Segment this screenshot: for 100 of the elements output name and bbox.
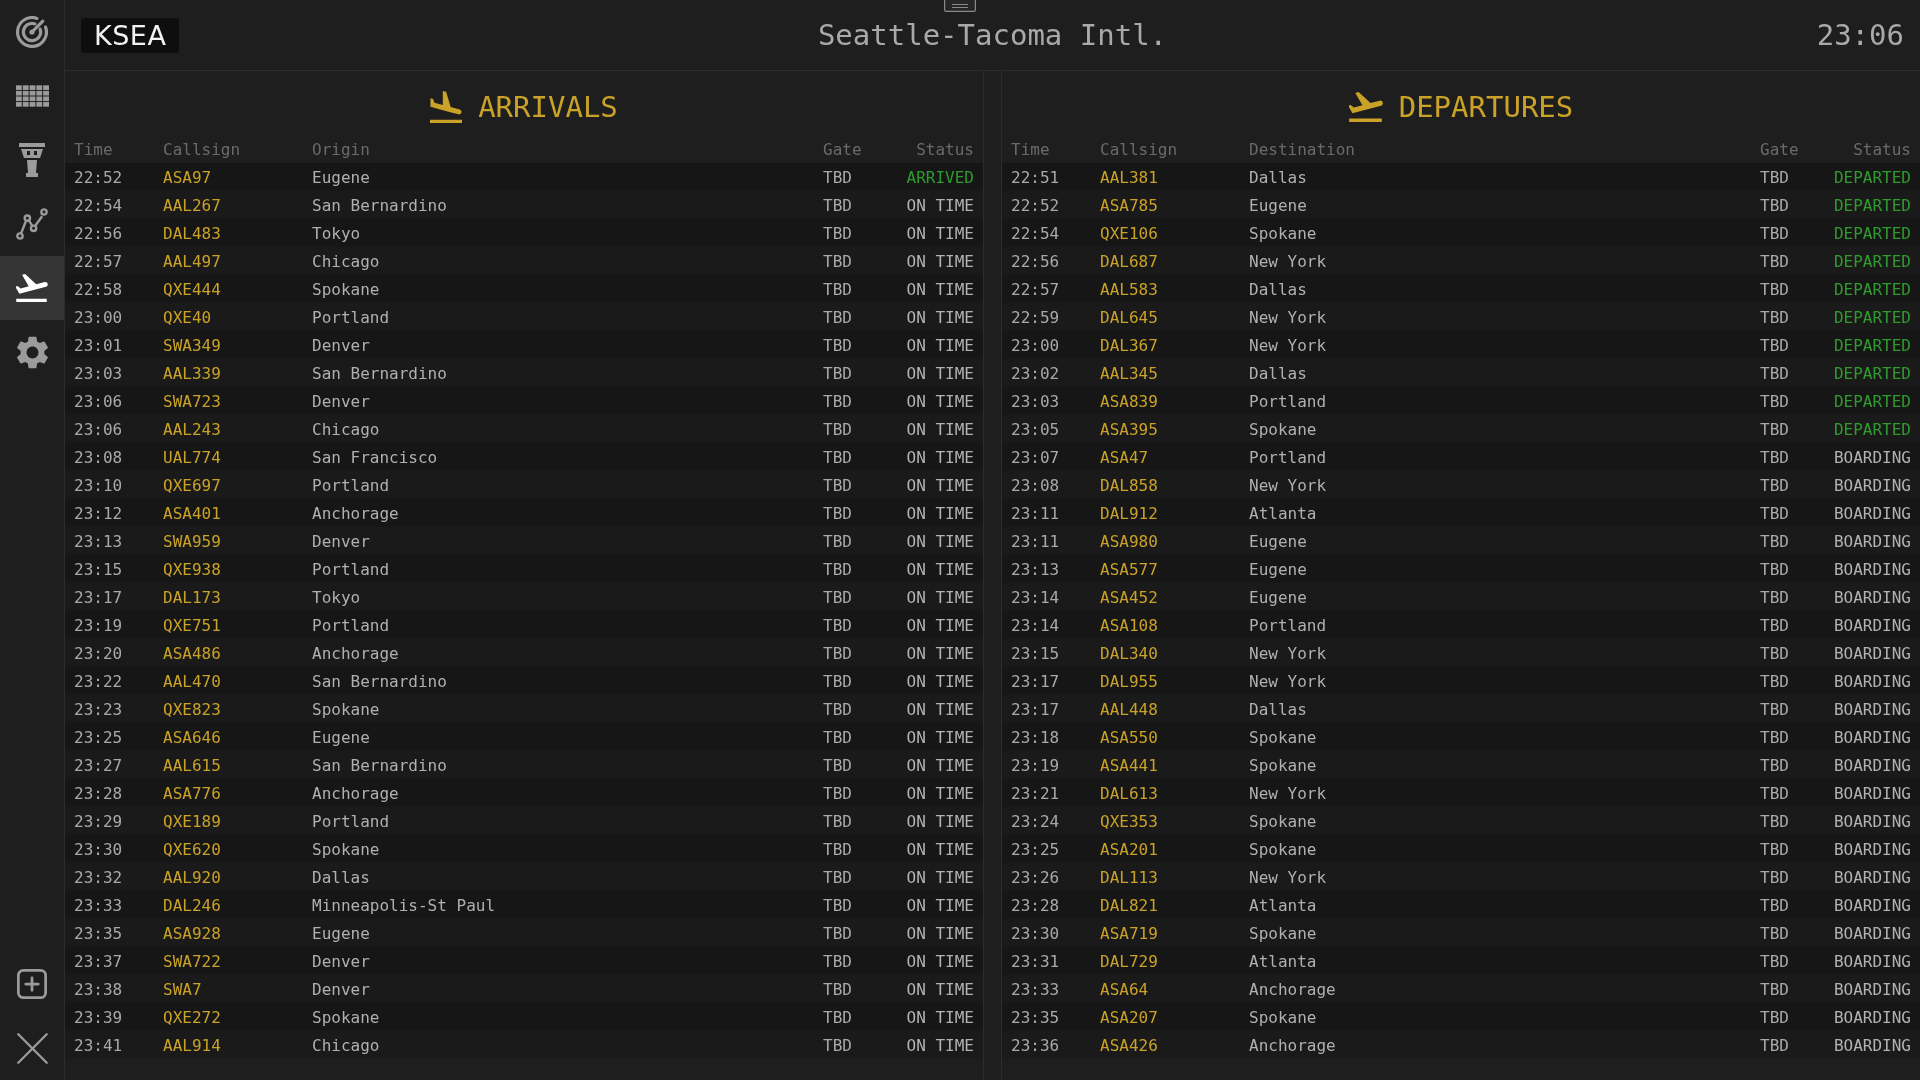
callsign-cell: DAL340 [1100,643,1158,663]
control-tower-icon [19,143,45,177]
city-cell: Atlanta [1249,503,1317,523]
city-cell: Chicago [312,1035,380,1055]
status-cell: BOARDING [1833,615,1911,635]
time-cell: 23:37 [74,951,123,971]
callsign-cell: DAL955 [1100,671,1158,691]
city-cell: Spokane [1249,839,1317,859]
gate-cell: TBD [823,699,852,719]
city-cell: Eugene [1249,531,1307,551]
time-cell: 23:15 [74,559,123,579]
time-cell: 23:23 [74,699,123,719]
callsign-cell: ASA785 [1100,195,1158,215]
gate-cell: TBD [1760,923,1789,943]
gate-cell: TBD [823,587,852,607]
gate-cell: TBD [1760,671,1789,691]
handle-icon[interactable] [944,0,976,12]
status-cell: BOARDING [1833,783,1911,803]
airport-name: Seattle-Tacoma Intl. [817,18,1168,52]
city-cell: Denver [312,391,370,411]
gate-cell: TBD [1760,587,1789,607]
time-cell: 23:26 [1011,867,1060,887]
city-cell: Chicago [312,419,380,439]
callsign-cell: DAL687 [1100,251,1158,271]
callsign-cell: AAL345 [1100,363,1158,383]
city-cell: San Bernardino [312,363,447,383]
plane-takeoff-icon [16,274,48,302]
gate-cell: TBD [823,363,852,383]
status-cell: ARRIVED [906,167,974,187]
callsign-cell: DAL483 [163,223,221,243]
status-cell: ON TIME [906,391,974,411]
status-cell: ON TIME [906,951,974,971]
status-cell: BOARDING [1833,923,1911,943]
city-cell: Portland [1249,615,1327,635]
callsign-cell: SWA722 [163,951,221,971]
time-cell: 23:19 [74,615,123,635]
city-cell: New York [1249,475,1327,495]
clock-time: 23:06 [1816,18,1904,52]
gate-cell: TBD [823,251,852,271]
airport-code: KSEA [81,17,180,53]
callsign-cell: ASA201 [1100,839,1158,859]
gate-cell: TBD [1760,335,1789,355]
city-cell: Portland [312,615,390,635]
time-cell: 23:11 [1011,503,1060,523]
gate-cell: TBD [1760,979,1789,999]
status-cell: BOARDING [1833,755,1911,775]
city-cell: Eugene [1249,559,1307,579]
status-cell: BOARDING [1833,811,1911,831]
callsign-cell: AAL267 [163,195,221,215]
board-title: DEPARTURES [1398,89,1574,125]
gate-cell: TBD [1760,1007,1789,1027]
time-cell: 23:19 [1011,755,1060,775]
callsign-cell: ASA550 [1100,727,1158,747]
gate-cell: TBD [1760,167,1789,187]
status-cell: DEPARTED [1833,363,1911,383]
city-cell: Dallas [1249,699,1307,719]
status-cell: BOARDING [1833,503,1911,523]
plane-takeoff-icon [1348,92,1383,122]
city-cell: Denver [312,951,370,971]
time-cell: 23:35 [1011,1007,1060,1027]
status-cell: ON TIME [906,223,974,243]
status-cell: DEPARTED [1833,279,1911,299]
city-cell: New York [1249,251,1327,271]
time-cell: 23:17 [74,587,123,607]
gate-cell: TBD [823,671,852,691]
city-cell: Tokyo [312,587,361,607]
city-cell: New York [1249,307,1327,327]
callsign-cell: DAL113 [1100,867,1158,887]
city-cell: Portland [312,811,390,831]
gate-cell: TBD [823,223,852,243]
time-cell: 23:17 [1011,671,1060,691]
gate-cell: TBD [1760,559,1789,579]
time-cell: 22:54 [74,195,123,215]
status-cell: DEPARTED [1833,335,1911,355]
status-cell: BOARDING [1833,839,1911,859]
gate-cell: TBD [1760,251,1789,271]
time-cell: 23:33 [74,895,123,915]
city-cell: Portland [312,307,390,327]
status-cell: DEPARTED [1833,391,1911,411]
time-cell: 23:38 [74,979,123,999]
time-cell: 23:32 [74,867,123,887]
status-cell: DEPARTED [1833,307,1911,327]
callsign-cell: QXE823 [163,699,221,719]
nav-button[interactable] [0,256,64,320]
status-cell: ON TIME [906,811,974,831]
gate-cell: TBD [1760,895,1789,915]
city-cell: Anchorage [1249,1035,1336,1055]
gate-cell: TBD [1760,867,1789,887]
callsign-cell: AAL339 [163,363,221,383]
time-cell: 23:03 [74,363,123,383]
status-cell: BOARDING [1833,895,1911,915]
city-cell: Dallas [1249,279,1307,299]
city-cell: Minneapolis-St Paul [312,895,496,915]
status-cell: ON TIME [906,475,974,495]
status-cell: DEPARTED [1833,195,1911,215]
time-cell: 23:22 [74,671,123,691]
gate-cell: TBD [1760,615,1789,635]
status-cell: BOARDING [1833,475,1911,495]
time-cell: 22:52 [1011,195,1060,215]
time-cell: 22:51 [1011,167,1060,187]
